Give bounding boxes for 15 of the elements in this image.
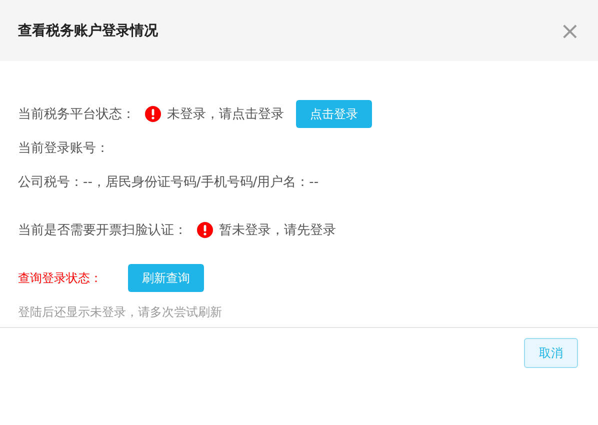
login-button[interactable]: 点击登录 — [296, 100, 372, 128]
info-text: 公司税号：--，居民身份证号码/手机号码/用户名：-- — [18, 174, 319, 191]
status-label: 当前税务平台状态： — [18, 106, 135, 123]
status-text: 未登录，请点击登录 — [167, 106, 284, 123]
hint-text: 登陆后还显示未登录，请多次尝试刷新 — [18, 304, 222, 320]
query-label: 查询登录状态： — [18, 270, 102, 286]
info-text: 当前登录账号： — [18, 140, 109, 157]
warning-icon — [197, 222, 213, 238]
dialog-title: 查看税务账户登录情况 — [18, 22, 158, 40]
status-text: 暂未登录，请先登录 — [219, 222, 336, 239]
refresh-button[interactable]: 刷新查询 — [128, 264, 204, 292]
close-button[interactable]: × — [560, 18, 580, 42]
warning-icon — [145, 106, 161, 122]
cancel-button[interactable]: 取消 — [524, 338, 578, 368]
status-label: 当前是否需要开票扫脸认证： — [18, 222, 187, 239]
